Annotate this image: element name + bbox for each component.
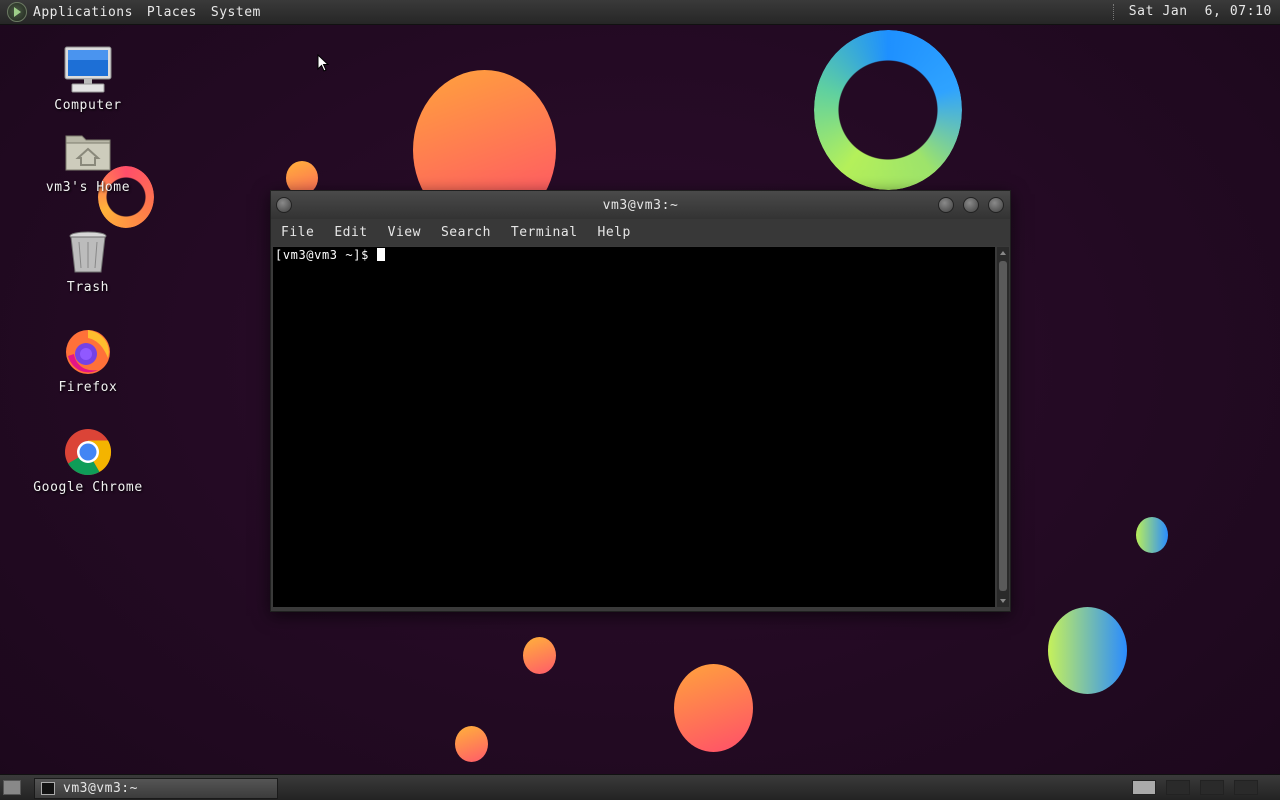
desktop-icon-trash[interactable]: Trash bbox=[18, 228, 158, 295]
workspace-1[interactable] bbox=[1132, 780, 1156, 795]
maximize-button[interactable] bbox=[963, 197, 979, 213]
menu-file[interactable]: File bbox=[281, 225, 314, 240]
shell-prompt: [vm3@vm3 ~]$ bbox=[275, 248, 385, 262]
desktop-icon-firefox[interactable]: Firefox bbox=[18, 328, 158, 395]
window-menu-button[interactable] bbox=[276, 197, 292, 213]
wallpaper-orb bbox=[1048, 607, 1127, 694]
menu-help[interactable]: Help bbox=[598, 225, 631, 240]
clock[interactable]: Sat Jan 6, 07:10 bbox=[1129, 4, 1272, 19]
menu-search[interactable]: Search bbox=[441, 225, 491, 240]
scroll-up-icon[interactable] bbox=[1000, 251, 1006, 255]
trash-icon bbox=[64, 228, 112, 276]
top-panel: Applications Places System Sat Jan 6, 07… bbox=[0, 0, 1280, 25]
desktop-icon-chrome[interactable]: Google Chrome bbox=[18, 428, 158, 495]
firefox-icon bbox=[64, 328, 112, 376]
computer-icon bbox=[64, 46, 112, 94]
terminal-window[interactable]: vm3@vm3:~ File Edit View Search Terminal… bbox=[270, 190, 1011, 612]
terminal-icon bbox=[41, 782, 55, 795]
wallpaper-orb bbox=[455, 726, 488, 762]
close-button[interactable] bbox=[988, 197, 1004, 213]
menu-terminal[interactable]: Terminal bbox=[511, 225, 578, 240]
text-cursor bbox=[376, 248, 385, 261]
desktop-icon-computer[interactable]: Computer bbox=[18, 46, 158, 113]
places-menu[interactable]: Places bbox=[147, 5, 197, 20]
desktop-icon-label: vm3's Home bbox=[45, 180, 131, 195]
wallpaper-orb bbox=[523, 637, 556, 674]
desktop-icon-label: Computer bbox=[54, 98, 122, 113]
menu-edit[interactable]: Edit bbox=[334, 225, 367, 240]
mouse-pointer-icon bbox=[317, 54, 329, 72]
taskbar-item-label: vm3@vm3:~ bbox=[63, 781, 138, 796]
desktop-icon-home[interactable]: vm3's Home bbox=[18, 128, 158, 195]
chrome-icon bbox=[64, 428, 112, 476]
window-titlebar[interactable]: vm3@vm3:~ bbox=[271, 191, 1010, 219]
panel-separator bbox=[1113, 4, 1116, 20]
desktop-icon-label: Google Chrome bbox=[33, 480, 143, 495]
prompt-text: [vm3@vm3 ~]$ bbox=[275, 248, 369, 262]
desktop-icon-label: Trash bbox=[66, 280, 110, 295]
terminal-output-area[interactable]: [vm3@vm3 ~]$ bbox=[273, 247, 995, 607]
wallpaper-ring bbox=[814, 30, 962, 190]
menu-view[interactable]: View bbox=[388, 225, 421, 240]
applications-menu[interactable]: Applications bbox=[33, 5, 133, 20]
window-title: vm3@vm3:~ bbox=[602, 197, 679, 213]
show-desktop-icon[interactable] bbox=[3, 780, 21, 795]
taskbar-item-terminal[interactable]: vm3@vm3:~ bbox=[34, 778, 278, 799]
minimize-button[interactable] bbox=[938, 197, 954, 213]
home-folder-icon bbox=[64, 128, 112, 176]
distro-logo-icon[interactable] bbox=[7, 2, 27, 22]
desktop-icon-label: Firefox bbox=[58, 380, 118, 395]
scroll-thumb[interactable] bbox=[999, 261, 1007, 591]
wallpaper-orb bbox=[1136, 517, 1168, 553]
bottom-panel: vm3@vm3:~ bbox=[0, 774, 1280, 800]
wallpaper-orb bbox=[674, 664, 753, 752]
terminal-menubar: File Edit View Search Terminal Help bbox=[271, 219, 1010, 246]
terminal-scrollbar[interactable] bbox=[997, 247, 1009, 607]
workspace-4[interactable] bbox=[1234, 780, 1258, 795]
workspace-3[interactable] bbox=[1200, 780, 1224, 795]
system-menu[interactable]: System bbox=[211, 5, 261, 20]
workspace-2[interactable] bbox=[1166, 780, 1190, 795]
scroll-down-icon[interactable] bbox=[1000, 599, 1006, 603]
